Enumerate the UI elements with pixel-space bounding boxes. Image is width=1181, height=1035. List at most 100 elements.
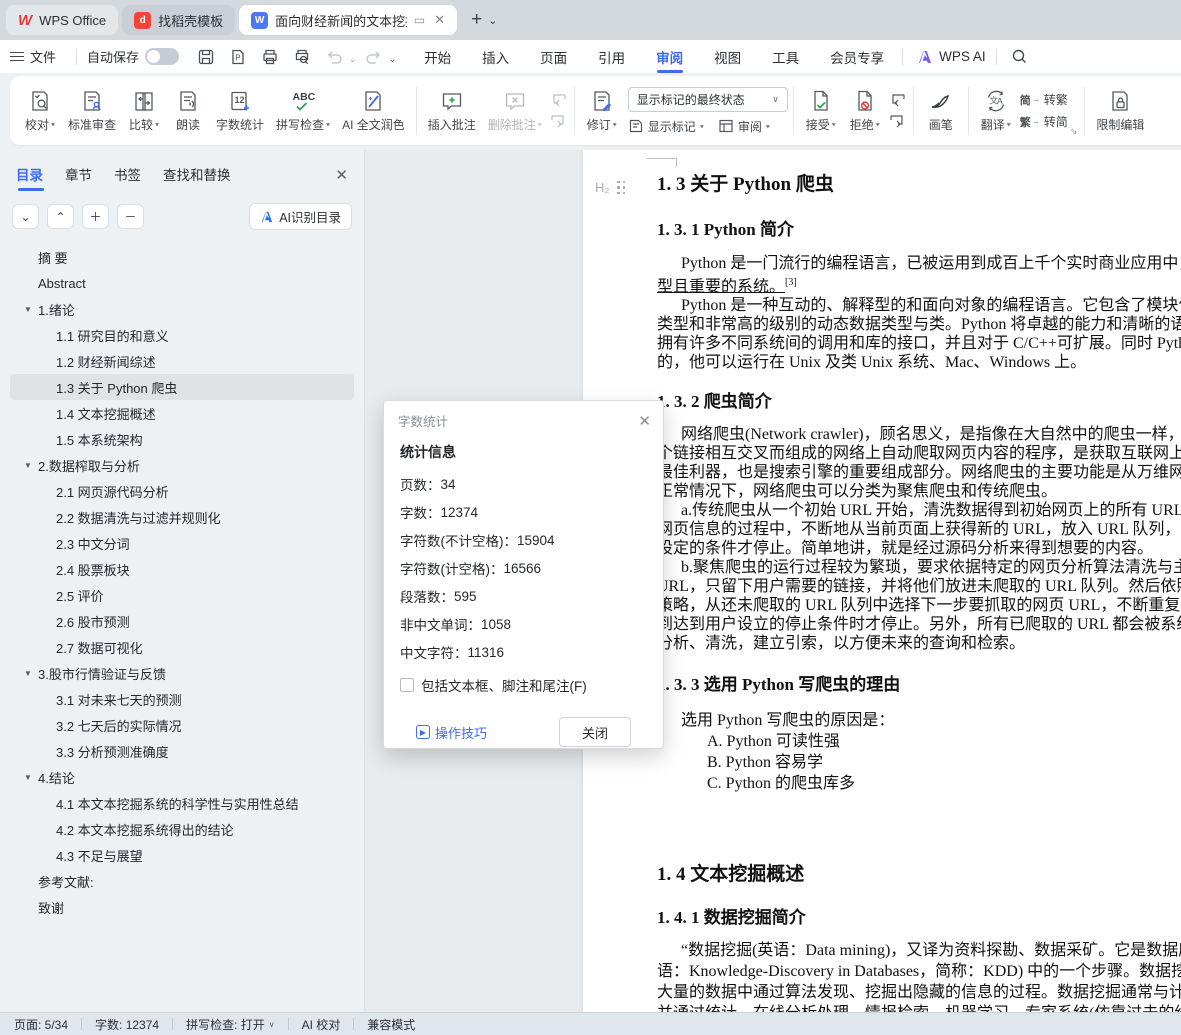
tab-close-icon[interactable]: ✕: [434, 12, 445, 28]
delete-comment-button[interactable]: 删除批注▾: [482, 85, 548, 137]
insert-comment-button[interactable]: 插入批注: [422, 85, 482, 137]
proofread-button[interactable]: 校对▾: [18, 85, 62, 137]
toc-item[interactable]: 2.4 股票板块: [10, 556, 354, 582]
toc-item[interactable]: ▼3.股市行情验证与反馈: [10, 660, 354, 686]
print-icon[interactable]: [257, 46, 283, 68]
toc-item[interactable]: 1.2 财经新闻综述: [10, 348, 354, 374]
dialog-titlebar[interactable]: 字数统计 ✕: [384, 401, 663, 434]
toc-collapse-down-button[interactable]: ⌄: [12, 204, 39, 229]
standard-review-button[interactable]: 标准审查: [62, 85, 122, 137]
review-pane-button[interactable]: 审阅▾: [718, 118, 770, 135]
file-menu[interactable]: 文件: [30, 47, 56, 66]
toc-item[interactable]: 1.5 本系统架构: [10, 426, 354, 452]
toc-collapse-up-button[interactable]: ⌃: [47, 204, 74, 229]
toc-item[interactable]: 2.7 数据可视化: [10, 634, 354, 660]
toolbar-more-chevron-icon[interactable]: ⌄: [389, 54, 397, 65]
status-item[interactable]: 字数: 12374: [95, 1016, 159, 1033]
status-item[interactable]: 拼写检查: 打开∨: [186, 1016, 275, 1033]
toc-item[interactable]: ▼1.绪论: [10, 296, 354, 322]
toc-item[interactable]: 4.3 不足与展望: [10, 842, 354, 868]
checkbox-icon[interactable]: [400, 678, 414, 692]
menu-tab-视图[interactable]: 视图: [712, 40, 743, 74]
accept-button[interactable]: 接受▾: [799, 85, 843, 137]
toc-item[interactable]: 摘 要: [10, 244, 354, 270]
expand-arrow-icon[interactable]: ▼: [24, 305, 32, 314]
include-footnotes-checkbox-row[interactable]: 包括文本框、脚注和尾注(F): [400, 675, 647, 695]
drag-handle-icon[interactable]: [617, 181, 627, 196]
show-markup-button[interactable]: 显示标记▾: [628, 118, 704, 135]
word-count-button[interactable]: 12 字数统计: [210, 85, 270, 137]
status-item[interactable]: AI 校对: [302, 1016, 341, 1033]
new-tab-button[interactable]: +: [471, 9, 482, 31]
search-icon[interactable]: [1007, 46, 1033, 68]
toc-item[interactable]: 4.1 本文本挖掘系统的科学性与实用性总结: [10, 790, 354, 816]
toc-item[interactable]: 3.2 七天后的实际情况: [10, 712, 354, 738]
restrict-edit-button[interactable]: 限制编辑: [1090, 85, 1150, 137]
save-icon[interactable]: [193, 46, 219, 68]
to-simplified-button[interactable]: 繁→ 转简: [1020, 113, 1068, 130]
menu-tab-会员专享[interactable]: 会员专享: [828, 40, 886, 74]
menu-tab-页面[interactable]: 页面: [538, 40, 569, 74]
undo-icon[interactable]: [321, 46, 347, 68]
tab-docer-templates[interactable]: d 找稻壳模板: [122, 5, 235, 35]
sidebar-tab-查找和替换[interactable]: 查找和替换: [163, 164, 231, 193]
tab-wps-office[interactable]: W WPS Office: [6, 5, 118, 35]
toc-item[interactable]: 参考文献:: [10, 868, 354, 894]
status-item[interactable]: 页面: 5/34: [14, 1016, 68, 1033]
heading-level-badge[interactable]: H₂: [595, 177, 627, 199]
document-page[interactable]: H₂1. 3 关于 Python 爬虫1. 3. 1 Python 简介Pyth…: [583, 150, 1181, 1012]
close-button[interactable]: 关闭: [559, 717, 631, 747]
sidebar-tab-书签[interactable]: 书签: [114, 164, 141, 193]
ai-recognize-toc-button[interactable]: AI识别目录: [249, 203, 352, 230]
read-aloud-button[interactable]: 朗读: [166, 85, 210, 137]
toc-item[interactable]: 3.3 分析预测准确度: [10, 738, 354, 764]
next-comment-icon[interactable]: [550, 114, 567, 129]
menu-tab-审阅[interactable]: 审阅: [654, 40, 685, 74]
tips-link[interactable]: ▶ 操作技巧: [416, 723, 487, 742]
export-pdf-icon[interactable]: P: [225, 46, 251, 68]
toc-item[interactable]: 2.2 数据清洗与过滤并规则化: [10, 504, 354, 530]
status-item[interactable]: 兼容模式: [367, 1016, 415, 1033]
autosave-toggle[interactable]: [145, 48, 179, 65]
sidebar-tab-章节[interactable]: 章节: [65, 164, 92, 193]
toc-expand-button[interactable]: ＋: [82, 204, 109, 229]
translate-button[interactable]: 文A 翻译▾: [974, 85, 1018, 137]
toc-item[interactable]: 1.1 研究目的和意义: [10, 322, 354, 348]
reject-button[interactable]: 拒绝▾: [843, 85, 887, 137]
menu-tab-开始[interactable]: 开始: [422, 40, 453, 74]
toc-item[interactable]: 致谢: [10, 894, 354, 920]
expand-arrow-icon[interactable]: ▼: [24, 461, 32, 470]
wps-ai-button[interactable]: WPS AI: [917, 49, 986, 64]
sidebar-tab-目录[interactable]: 目录: [16, 164, 43, 193]
markup-state-dropdown[interactable]: 显示标记的最终状态 ∨: [628, 87, 788, 112]
toc-item[interactable]: 2.6 股市预测: [10, 608, 354, 634]
toc-item[interactable]: ▼4.结论: [10, 764, 354, 790]
toc-item[interactable]: ▼2.数据榨取与分析: [10, 452, 354, 478]
toc-item[interactable]: 1.4 文本挖掘概述: [10, 400, 354, 426]
chevron-down-icon[interactable]: ∨: [269, 1020, 275, 1029]
hamburger-menu-icon[interactable]: [10, 49, 24, 64]
menu-tab-引用[interactable]: 引用: [596, 40, 627, 74]
sidebar-close-icon[interactable]: ✕: [335, 166, 348, 192]
toc-item[interactable]: 4.2 本文本挖掘系统得出的结论: [10, 816, 354, 842]
compare-button[interactable]: 比较▾: [122, 85, 166, 137]
toc-item[interactable]: 2.1 网页源代码分析: [10, 478, 354, 504]
toc-item[interactable]: Abstract: [10, 270, 354, 296]
toc-collapse-button[interactable]: －: [117, 204, 144, 229]
tab-window-icon[interactable]: ▭: [414, 14, 425, 26]
redo-icon[interactable]: [361, 46, 387, 68]
toc-item[interactable]: 2.3 中文分词: [10, 530, 354, 556]
undo-chevron-icon[interactable]: ⌄: [349, 54, 357, 65]
to-traditional-button[interactable]: 简→ 转繁: [1020, 91, 1068, 108]
ai-polish-button[interactable]: AI 全文润色: [336, 85, 411, 137]
menu-tab-插入[interactable]: 插入: [480, 40, 511, 74]
dialog-close-icon[interactable]: ✕: [638, 412, 651, 430]
toc-item[interactable]: 1.3 关于 Python 爬虫: [10, 374, 354, 400]
group-dialog-launcher-icon[interactable]: ⇘: [1070, 126, 1078, 137]
menu-tab-工具[interactable]: 工具: [770, 40, 801, 74]
previous-revision-icon[interactable]: [889, 93, 906, 108]
tab-document-active[interactable]: W 面向财经新闻的文本挖掘系统 ▭ ✕: [239, 5, 457, 35]
spell-check-button[interactable]: ABC 拼写检查▾: [270, 85, 336, 137]
track-changes-button[interactable]: 修订▾: [580, 85, 624, 137]
toc-item[interactable]: 3.1 对未来七天的预测: [10, 686, 354, 712]
